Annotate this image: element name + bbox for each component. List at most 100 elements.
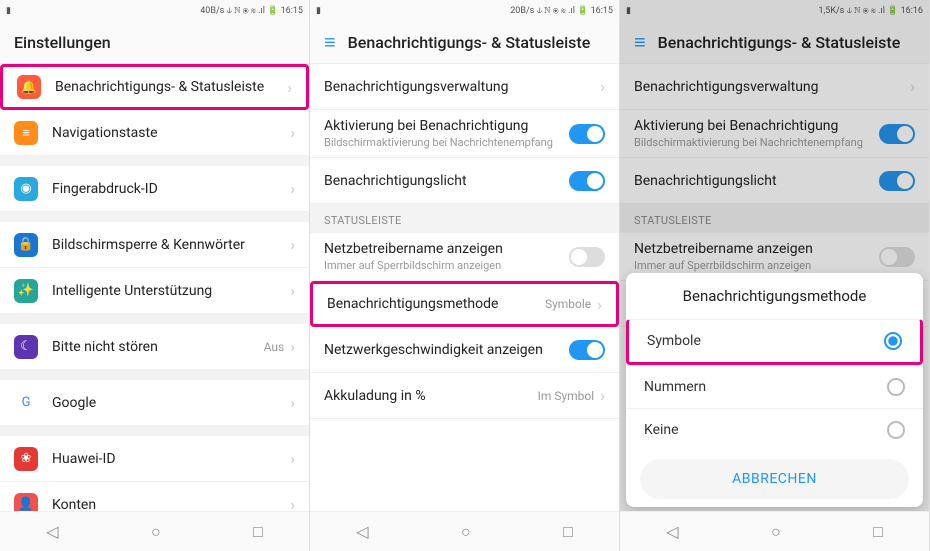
chevron-right-icon: ›	[600, 386, 605, 405]
battery-icon: ▮	[316, 6, 321, 16]
clock: 16:15	[281, 6, 303, 16]
radio-selected-icon	[884, 332, 902, 350]
row-activate-on-notification[interactable]: Aktivierung bei Benachrichtigung Bildsch…	[310, 110, 619, 158]
title-text: Einstellungen	[14, 33, 111, 52]
notif-icon: 🔔	[17, 75, 41, 99]
label: Intelligente Unterstützung	[52, 283, 290, 299]
label: Navigationstaste	[52, 125, 290, 141]
option-keine[interactable]: Keine	[626, 408, 923, 451]
clock: 16:15	[591, 6, 613, 16]
chevron-right-icon: ›	[290, 235, 295, 254]
label: Huawei-ID	[52, 451, 290, 467]
section-statusbar: STATUSLEISTE	[310, 204, 619, 233]
toggle-activate[interactable]	[569, 124, 605, 144]
label: Benachrichtigungsmethode	[327, 296, 545, 312]
settings-row-nav[interactable]: ≡Navigationstaste›	[0, 110, 309, 156]
status-icons: ⫝ ℕ ⦿ ≋ .ıl 🔋	[227, 6, 279, 16]
section-divider	[0, 156, 309, 166]
value: Im Symbol	[538, 389, 595, 403]
row-notification-method[interactable]: Benachrichtigungsmethode Symbole ›	[310, 281, 619, 327]
label: Benachrichtigungsverwaltung	[324, 79, 600, 95]
label: Bildschirmsperre & Kennwörter	[52, 237, 290, 253]
dnd-icon: ☾	[14, 335, 38, 359]
settings-row-notif[interactable]: 🔔 Benachrichtigungs- & Statusleiste›	[0, 64, 309, 110]
subtitle: Bildschirmaktivierung bei Nachrichtenemp…	[324, 136, 569, 149]
row-battery-percentage[interactable]: Akkuladung in % Im Symbol ›	[310, 373, 619, 419]
recents-button[interactable]: □	[873, 522, 883, 542]
toggle-light[interactable]	[569, 171, 605, 191]
toggle-carrier[interactable]	[569, 247, 605, 267]
chevron-right-icon: ›	[600, 77, 605, 96]
menu-icon[interactable]: ≡	[324, 30, 336, 55]
dialog-title: Benachrichtigungsmethode	[626, 273, 923, 319]
screenshot-2-notification-settings: ▮ 20B/s ⫝ ℕ ⦿ ≋ .ıl 🔋 16:15 ≡ Benachrich…	[310, 0, 620, 551]
lock-icon: 🔒	[14, 233, 38, 257]
subtitle: Immer auf Sperrbildschirm anzeigen	[324, 259, 569, 272]
row-carrier-name[interactable]: Netzbetreibername anzeigen Immer auf Spe…	[310, 233, 619, 281]
net-rate: 40B/s	[200, 6, 224, 16]
huawei-icon: ❀	[14, 447, 38, 471]
nav-icon: ≡	[14, 121, 38, 145]
label: Benachrichtigungslicht	[324, 173, 569, 189]
chevron-right-icon: ›	[290, 179, 295, 198]
label: Fingerabdruck-ID	[52, 181, 290, 197]
page-header: ≡ Benachrichtigungs- & Statusleiste	[310, 22, 619, 64]
home-button[interactable]: ○	[151, 522, 161, 542]
back-button[interactable]: ◁	[666, 522, 678, 541]
status-icons: ⫝ ℕ ⦿ ≋ .ıl 🔋	[537, 6, 589, 16]
label: Bitte nicht stören	[52, 339, 264, 355]
section-divider	[0, 370, 309, 380]
option-label: Nummern	[644, 379, 887, 395]
settings-row-huawei[interactable]: ❀ Huawei-ID›	[0, 436, 309, 482]
home-button[interactable]: ○	[461, 522, 471, 542]
chevron-right-icon: ›	[290, 495, 295, 511]
settings-content: Benachrichtigungsverwaltung › Aktivierun…	[310, 64, 619, 511]
settings-row-smart[interactable]: ✨ Intelligente Unterstützung›	[0, 268, 309, 314]
settings-row-finger[interactable]: ◉ Fingerabdruck-ID›	[0, 166, 309, 212]
chevron-right-icon: ›	[290, 337, 295, 356]
radio-icon	[887, 378, 905, 396]
finger-icon: ◉	[14, 177, 38, 201]
row-notification-management[interactable]: Benachrichtigungsverwaltung ›	[310, 64, 619, 110]
battery-icon: ▮	[6, 6, 11, 16]
title-text: Benachrichtigungs- & Statusleiste	[348, 33, 591, 52]
label: Konten	[52, 497, 290, 512]
settings-list: 🔔Benachrichtigungs- & Statusleiste›≡Navi…	[0, 64, 309, 511]
row-notification-light[interactable]: Benachrichtigungslicht	[310, 158, 619, 204]
section-divider	[0, 212, 309, 222]
settings-row-google[interactable]: GGoogle›	[0, 380, 309, 426]
back-button[interactable]: ◁	[356, 522, 368, 541]
option-label: Keine	[644, 422, 887, 438]
label: Akkuladung in %	[324, 388, 538, 404]
radio-icon	[887, 421, 905, 439]
settings-row-accounts[interactable]: 👤Konten›	[0, 482, 309, 511]
label: Benachrichtigungs- & Statusleiste	[55, 79, 287, 95]
chevron-right-icon: ›	[287, 78, 292, 97]
chevron-right-icon: ›	[290, 281, 295, 300]
section-divider	[0, 426, 309, 436]
android-nav-bar: ◁ ○ □	[310, 511, 619, 551]
status-bar: ▮ 40B/s ⫝ ℕ ⦿ ≋ .ıl 🔋 16:15	[0, 0, 309, 22]
option-symbole[interactable]: Symbole	[626, 319, 923, 365]
settings-row-lock[interactable]: 🔒 Bildschirmsperre & Kennwörter›	[0, 222, 309, 268]
cancel-button[interactable]: ABBRECHEN	[640, 459, 909, 499]
android-nav-bar: ◁ ○ □	[0, 511, 309, 551]
android-nav-bar: ◁ ○ □	[620, 511, 929, 551]
back-button[interactable]: ◁	[46, 522, 58, 541]
net-rate: 20B/s	[510, 6, 534, 16]
cancel-label: ABBRECHEN	[732, 471, 817, 487]
smart-icon: ✨	[14, 279, 38, 303]
status-bar: ▮ 20B/s ⫝ ℕ ⦿ ≋ .ıl 🔋 16:15	[310, 0, 619, 22]
chevron-right-icon: ›	[290, 449, 295, 468]
row-network-speed[interactable]: Netzwerkgeschwindigkeit anzeigen	[310, 327, 619, 373]
toggle-netspeed[interactable]	[569, 340, 605, 360]
recents-button[interactable]: □	[563, 522, 573, 542]
recents-button[interactable]: □	[253, 522, 263, 542]
notification-method-dialog: Benachrichtigungsmethode Symbole Nummern…	[626, 273, 923, 507]
option-nummern[interactable]: Nummern	[626, 365, 923, 408]
value: Symbole	[545, 297, 591, 311]
section-divider	[0, 314, 309, 324]
google-icon: G	[14, 391, 38, 415]
home-button[interactable]: ○	[771, 522, 781, 542]
settings-row-dnd[interactable]: ☾Bitte nicht störenAus›	[0, 324, 309, 370]
